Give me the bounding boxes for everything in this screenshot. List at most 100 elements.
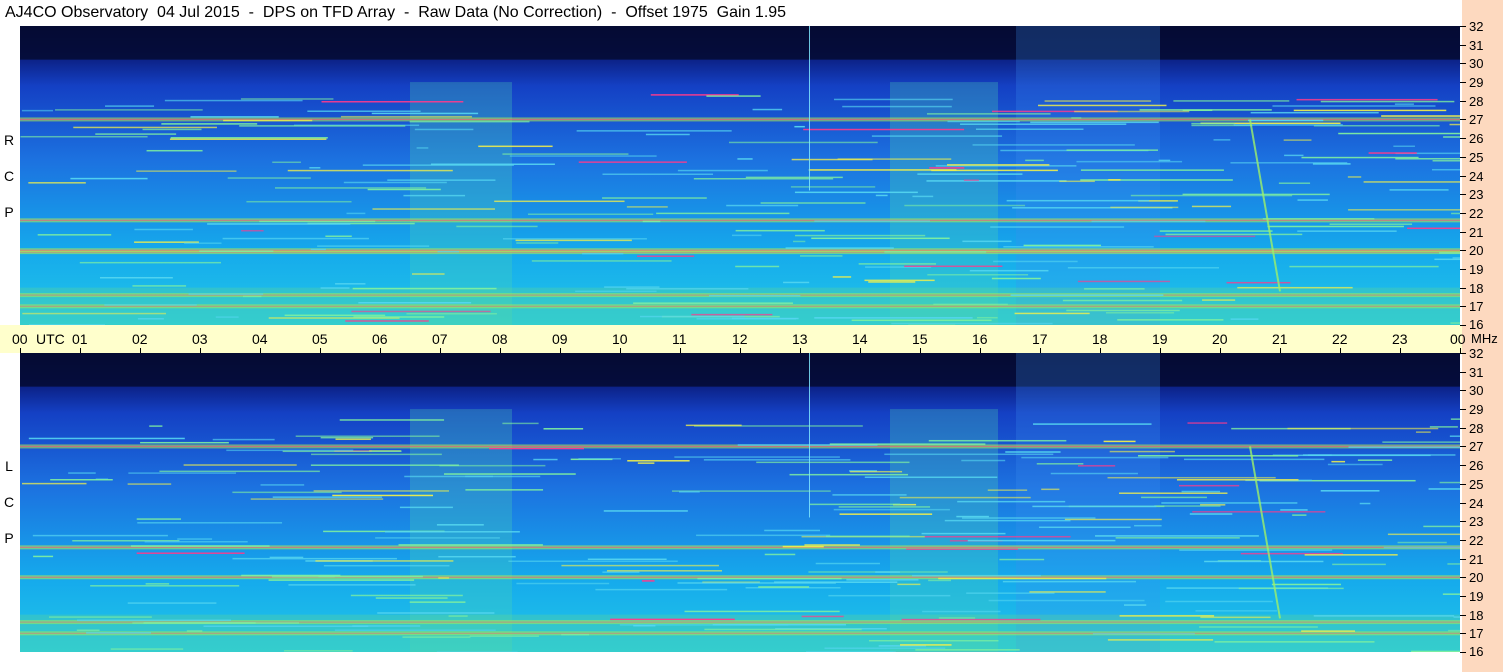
frequency-tick-mark xyxy=(1460,194,1466,196)
spectrogram-streak xyxy=(76,619,232,622)
spectrogram-streak xyxy=(868,639,999,642)
frequency-tick-mark xyxy=(1460,119,1466,121)
spectrogram-streak xyxy=(73,126,217,129)
spectrogram-streak xyxy=(334,629,496,631)
spectrogram-streak xyxy=(444,473,576,475)
spectrogram-streak xyxy=(752,108,783,111)
spectrogram-streak xyxy=(731,317,799,320)
spectrogram-streak xyxy=(1108,179,1121,181)
spectrogram-streak xyxy=(212,438,275,441)
spectrogram-streak xyxy=(323,564,450,567)
spectrogram-streak xyxy=(1110,206,1179,209)
frequency-tick-label: 25 xyxy=(1469,149,1484,165)
spectrogram-streak xyxy=(1117,319,1224,321)
spectrogram-streak xyxy=(805,651,896,652)
frequency-tick-label: 18 xyxy=(1469,607,1484,623)
frequency-tick-label: 19 xyxy=(1469,261,1484,277)
spectrogram-streak xyxy=(215,316,239,318)
frequency-tick-mark xyxy=(1460,502,1466,504)
spectrogram-streak xyxy=(136,170,237,172)
spectrogram-streak xyxy=(561,564,719,567)
spectrogram-streak xyxy=(260,484,305,486)
spectrogram-streak xyxy=(128,472,236,474)
spectrogram-streak xyxy=(1382,441,1460,443)
spectrogram-streak xyxy=(1439,252,1460,254)
spectrogram-streak xyxy=(915,649,1020,651)
spectrogram-band-core xyxy=(20,546,1460,548)
spectrogram-streak xyxy=(145,583,170,585)
spectrogram-streak xyxy=(785,247,894,249)
frequency-tick-label: 21 xyxy=(1469,551,1484,567)
spectrogram-streak xyxy=(838,506,931,508)
spectrogram-streak xyxy=(991,277,1041,280)
utc-tick-mark xyxy=(980,348,981,353)
spectrogram-streak xyxy=(962,240,1012,243)
spectrogram-streak xyxy=(436,651,518,652)
frequency-tick-label: 30 xyxy=(1469,56,1484,72)
spectrogram-streak xyxy=(325,235,352,238)
frequency-tick-mark xyxy=(1460,446,1466,448)
spectrogram-streak xyxy=(917,173,1023,175)
spectrogram-streak xyxy=(803,128,965,131)
spectrogram-streak xyxy=(1077,465,1116,467)
frequency-tick-mark xyxy=(1460,156,1466,158)
spectrogram-streak xyxy=(774,581,898,583)
spectrogram-streak xyxy=(28,182,86,184)
utc-tick-mark xyxy=(800,348,801,353)
spectrogram-streak xyxy=(576,130,732,132)
spectrogram-streak xyxy=(1394,103,1414,105)
spectrogram-streak xyxy=(975,128,1084,130)
frequency-tick-label: 22 xyxy=(1469,532,1484,548)
spectrogram-streak xyxy=(1195,610,1277,612)
spectrogram-streak xyxy=(1332,563,1386,566)
spectrogram-streak xyxy=(1442,593,1460,595)
rcp-spectrogram xyxy=(20,26,1460,325)
frequency-tick-mark xyxy=(1460,287,1466,289)
spectrogram-streak xyxy=(884,251,987,253)
spectrogram-streak xyxy=(927,273,1029,276)
frequency-tick-label: 18 xyxy=(1469,280,1484,296)
spectrogram-streak xyxy=(282,450,402,453)
polarization-letter: C xyxy=(3,494,15,510)
spectrogram-streak xyxy=(274,187,427,189)
spectrogram-streak xyxy=(1283,139,1312,141)
spectrogram-streak xyxy=(1033,423,1152,425)
utc-tick-mark xyxy=(620,348,621,353)
spectrogram-streak xyxy=(1272,105,1436,107)
polarization-letter: L xyxy=(5,458,13,474)
spectrogram-streak xyxy=(240,98,334,100)
spectrogram-streak xyxy=(406,313,497,315)
spectrogram-streak xyxy=(448,615,468,617)
spectrogram-streak xyxy=(685,424,742,427)
spectrogram-streak xyxy=(1348,209,1460,211)
spectrogram-streak xyxy=(924,535,1071,538)
spectrogram-streak xyxy=(516,242,559,244)
spectrogram-streak xyxy=(309,167,321,169)
spectrogram-streak xyxy=(313,490,450,492)
spectrogram-streak xyxy=(928,579,952,582)
spectrogram-streak xyxy=(1296,98,1438,101)
spectrogram-streak xyxy=(1025,159,1044,162)
spectrogram-streak xyxy=(790,186,876,188)
spectrogram-streak xyxy=(642,220,661,223)
spectrogram-streak xyxy=(602,571,640,573)
spectrogram-streak xyxy=(320,287,350,289)
spectrogram-streak xyxy=(508,560,678,563)
frequency-tick-label: 17 xyxy=(1469,626,1484,642)
spectrogram-streak xyxy=(456,225,538,228)
frequency-tick-label: 29 xyxy=(1469,75,1484,91)
spectrogram-streak xyxy=(223,119,313,122)
spectrogram-streak xyxy=(1363,181,1460,183)
spectrogram-streak xyxy=(726,204,799,207)
spectrogram-streak xyxy=(595,588,728,591)
spectrogram-streak xyxy=(832,276,852,278)
spectrogram-streak xyxy=(1134,524,1162,527)
spectrogram-streak xyxy=(1301,156,1419,159)
spectrogram-streak xyxy=(1301,630,1355,632)
spectrogram-streak xyxy=(1213,139,1231,141)
frequency-tick-mark xyxy=(1460,325,1466,326)
spectrogram-streak xyxy=(1044,100,1152,102)
spectrogram-streak xyxy=(90,585,240,587)
spectrogram-streak xyxy=(32,534,168,537)
spectrogram-streak xyxy=(1010,294,1164,296)
